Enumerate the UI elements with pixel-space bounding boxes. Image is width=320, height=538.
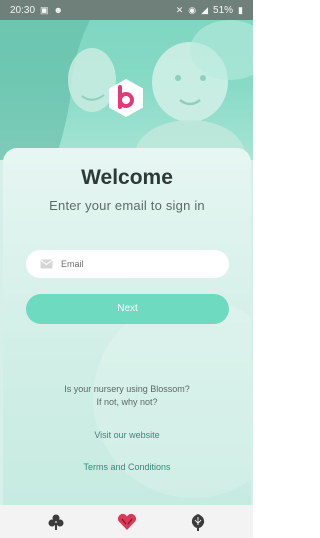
- next-button[interactable]: Next: [26, 294, 229, 324]
- status-time: 20:30: [10, 4, 36, 16]
- email-input[interactable]: [61, 259, 211, 269]
- signal-icon: ◢: [201, 4, 209, 15]
- recent-apps-icon: [48, 514, 63, 530]
- welcome-title: Welcome: [81, 166, 173, 189]
- welcome-subtitle: Enter your email to sign in: [49, 198, 205, 213]
- email-field[interactable]: [26, 250, 229, 278]
- wifi-icon: ◉: [188, 4, 197, 15]
- user-icon: ☻: [53, 4, 64, 15]
- login-screen: 20:30 ▣ ☻ ✕ ◉ ◢ 51% ▮ Welcome Enter your…: [0, 0, 253, 538]
- visit-website-link[interactable]: Visit our website: [3, 430, 251, 440]
- nursery-question: Is your nursery using Blossom?: [64, 384, 190, 394]
- mail-icon: [40, 259, 53, 269]
- bottom-navigation: [0, 505, 253, 538]
- terms-link[interactable]: Terms and Conditions: [3, 462, 251, 472]
- status-bar: 20:30 ▣ ☻ ✕ ◉ ◢ 51% ▮: [0, 0, 253, 20]
- login-card: Welcome Enter your email to sign in Next…: [3, 148, 251, 505]
- nursery-subtext: If not, why not?: [96, 397, 158, 407]
- nursery-prompt: Is your nursery using Blossom? If not, w…: [3, 383, 251, 409]
- home-icon: [117, 513, 136, 530]
- image-icon: ▣: [40, 4, 49, 15]
- blossom-logo: [109, 79, 143, 117]
- back-button[interactable]: [187, 511, 209, 533]
- home-button[interactable]: [116, 511, 138, 533]
- battery-icon: ▮: [238, 4, 243, 15]
- mute-icon: ✕: [175, 4, 184, 15]
- recent-apps-button[interactable]: [45, 511, 67, 533]
- battery-percent: 51%: [213, 4, 234, 16]
- back-icon: [191, 513, 204, 531]
